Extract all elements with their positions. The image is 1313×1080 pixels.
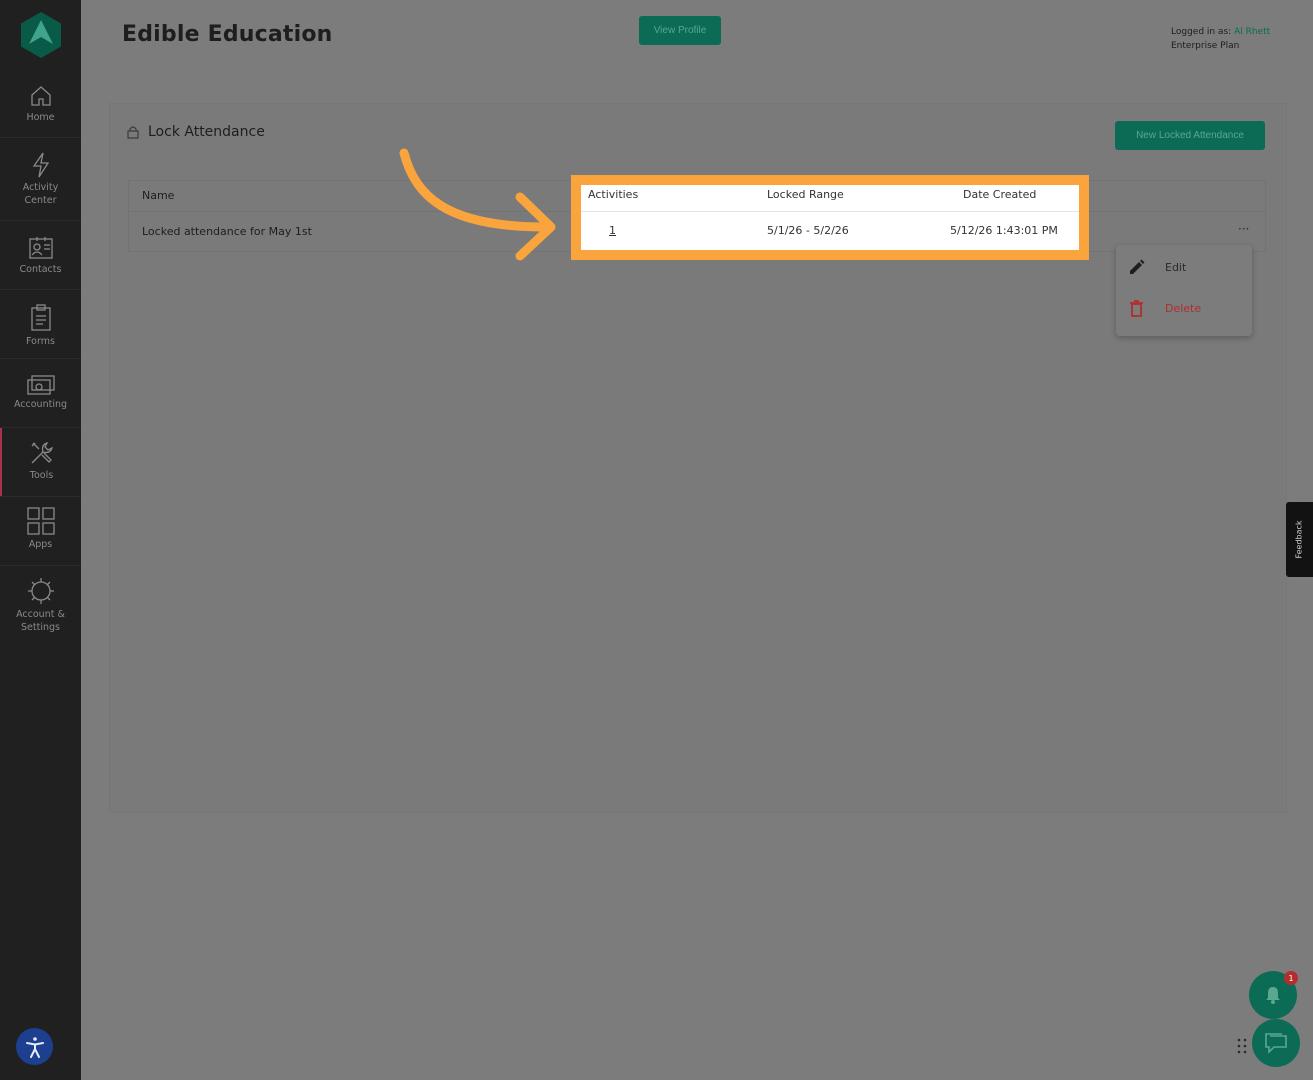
chat-button[interactable] xyxy=(1252,1019,1300,1067)
user-name-link[interactable]: Al Rhett xyxy=(1234,27,1270,37)
sidebar-item-account-settings[interactable]: Account & Settings xyxy=(0,577,81,634)
sidebar-item-label: Account & Settings xyxy=(16,609,65,633)
sidebar-item-activity-center[interactable]: Activity Center xyxy=(0,152,81,207)
clipboard-icon xyxy=(30,304,51,331)
gear-icon xyxy=(27,578,54,604)
logged-in-prefix: Logged in as: xyxy=(1171,27,1232,37)
new-locked-attendance-button[interactable]: New Locked Attendance xyxy=(1115,121,1265,150)
table-cell-date-created: 5/12/26 1:43:01 PM xyxy=(950,224,1058,237)
bell-icon xyxy=(1266,987,1280,1004)
sidebar-divider xyxy=(0,496,81,497)
sidebar-item-home[interactable]: Home xyxy=(0,84,81,124)
card-title-text: Lock Attendance xyxy=(148,124,265,140)
menu-item-label: Edit xyxy=(1165,261,1187,274)
table-cell-locked-range: 5/1/26 - 5/2/26 xyxy=(767,224,849,237)
lightning-icon xyxy=(32,152,49,178)
accessibility-icon xyxy=(25,1036,44,1058)
trash-icon xyxy=(1130,300,1143,317)
chat-icon xyxy=(1265,1033,1287,1054)
view-profile-button[interactable]: View Profile xyxy=(639,16,721,45)
sidebar-item-label: Accounting xyxy=(13,399,68,410)
pencil-icon xyxy=(1130,259,1145,274)
contacts-icon xyxy=(28,237,53,259)
highlighted-columns: Activities Locked Range Date Created 1 5… xyxy=(571,175,1089,260)
tools-icon xyxy=(31,441,53,464)
column-header-date-created[interactable]: Date Created xyxy=(963,188,1036,201)
sidebar-item-label: Home xyxy=(26,112,55,123)
activities-count-link[interactable]: 1 xyxy=(609,224,616,237)
lock-icon xyxy=(127,126,139,139)
sidebar-item-label: Activity Center xyxy=(22,182,59,206)
sidebar-divider xyxy=(0,137,81,138)
notification-badge: 1 xyxy=(1284,971,1298,985)
sidebar-item-label: Forms xyxy=(26,336,55,347)
column-header-name[interactable]: Name xyxy=(142,189,174,202)
accessibility-button[interactable] xyxy=(16,1028,53,1065)
home-icon xyxy=(30,86,51,106)
sidebar-divider xyxy=(0,289,81,290)
sidebar-item-forms[interactable]: Forms xyxy=(0,304,81,348)
apps-grid-icon xyxy=(26,507,55,535)
sidebar-item-tools[interactable]: Tools xyxy=(0,428,81,496)
app-logo[interactable] xyxy=(21,12,61,58)
feedback-label: Feedback xyxy=(1295,520,1305,559)
drag-handle-icon[interactable] xyxy=(1237,1038,1247,1054)
card-title: Lock Attendance xyxy=(127,124,265,140)
logged-in-info: Logged in as: Al Rhett Enterprise Plan xyxy=(1171,25,1270,53)
row-actions-button[interactable]: ··· xyxy=(1238,222,1249,236)
sidebar-item-accounting[interactable]: Accounting xyxy=(0,375,81,411)
sidebar-item-label: Contacts xyxy=(19,264,62,275)
sidebar-item-label: Tools xyxy=(29,470,54,481)
menu-item-edit[interactable]: Edit xyxy=(1116,259,1252,276)
plan-label: Enterprise Plan xyxy=(1171,41,1240,51)
money-icon xyxy=(26,375,55,395)
sidebar-item-contacts[interactable]: Contacts xyxy=(0,236,81,276)
column-header-locked-range[interactable]: Locked Range xyxy=(767,188,844,201)
menu-item-delete[interactable]: Delete xyxy=(1116,300,1252,317)
feedback-tab[interactable]: Feedback xyxy=(1286,502,1313,577)
sidebar-item-apps[interactable]: Apps xyxy=(0,507,81,551)
table-cell-name: Locked attendance for May 1st xyxy=(142,225,312,238)
menu-item-label: Delete xyxy=(1165,302,1202,315)
sidebar-item-label: Apps xyxy=(28,539,53,550)
page-title: Edible Education xyxy=(122,22,333,47)
sidebar-divider xyxy=(0,220,81,221)
row-actions-menu: Edit Delete xyxy=(1116,245,1252,336)
column-header-activities[interactable]: Activities xyxy=(588,188,638,201)
sidebar: Home Activity Center Contacts Forms Acco… xyxy=(0,0,81,1080)
annotation-arrow xyxy=(399,148,556,261)
sidebar-divider xyxy=(0,565,81,566)
sidebar-divider xyxy=(0,358,81,359)
